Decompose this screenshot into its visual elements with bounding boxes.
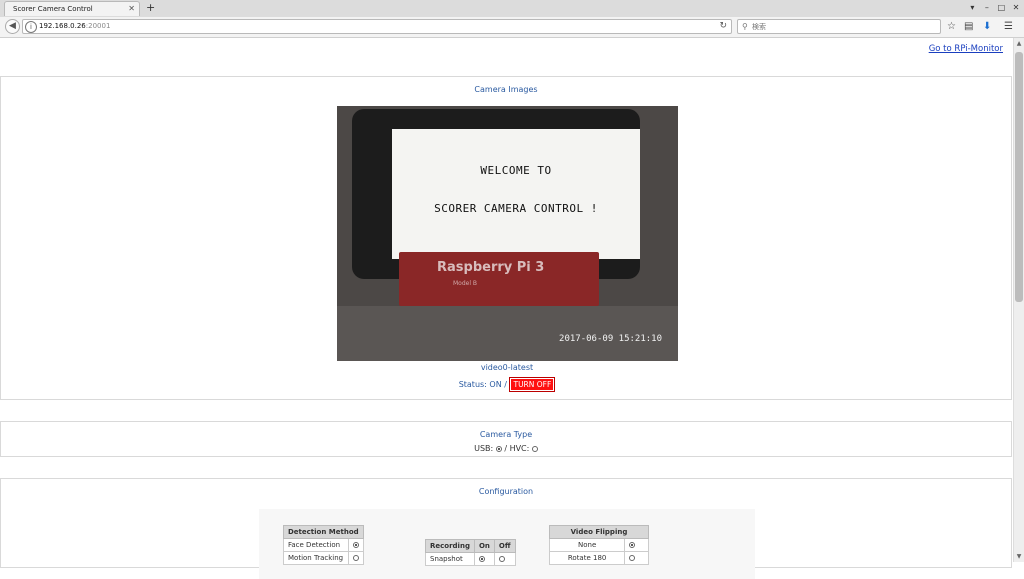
tab-bar: Scorer Camera Control ✕ + ▾ – □ ✕ <box>0 0 1024 18</box>
hvc-label: / HVC: <box>504 444 530 453</box>
camera-image: WELCOME TO SCORER CAMERA CONTROL ! Raspb… <box>337 106 678 361</box>
face-detection-radio[interactable] <box>352 542 359 548</box>
minimize-icon[interactable]: – <box>981 0 993 15</box>
info-icon[interactable]: i <box>25 21 37 33</box>
window-controls: ▾ – □ ✕ <box>966 0 1022 15</box>
image-caption: video0-latest <box>480 363 534 372</box>
reading-list-icon[interactable]: ▤ <box>964 20 973 34</box>
turn-off-button[interactable]: TURN OFF <box>509 377 556 392</box>
search-icon: ⚲ <box>742 22 748 31</box>
camera-type-section: Camera Type USB: / HVC: <box>0 421 1012 457</box>
configuration-title: Configuration <box>478 487 534 496</box>
scroll-thumb[interactable] <box>1015 52 1023 302</box>
detection-method-table: Detection Method Face Detection Motion T… <box>283 525 364 565</box>
close-window-icon[interactable]: ✕ <box>1010 0 1022 15</box>
table-row: Motion Tracking <box>283 551 364 565</box>
menu-icon[interactable]: ☰ <box>1004 20 1013 34</box>
usb-label: USB: <box>474 444 494 453</box>
camera-images-section: Camera Images WELCOME TO SCORER CAMERA C… <box>0 76 1012 400</box>
motion-tracking-radio[interactable] <box>352 555 359 561</box>
recording-header: Recording <box>425 539 475 553</box>
bookmark-star-icon[interactable]: ☆ <box>947 20 956 34</box>
table-row: Rotate 180 <box>548 551 649 565</box>
hvc-radio[interactable] <box>531 445 538 452</box>
recording-off-header: Off <box>493 539 516 553</box>
new-tab-button[interactable]: + <box>146 0 155 16</box>
image-pi-case: Raspberry Pi 3 Model B <box>399 252 599 306</box>
url-bar[interactable]: i 192.168.0.26:20001 ↻ <box>22 19 732 34</box>
close-icon[interactable]: ✕ <box>128 2 135 16</box>
browser-tab[interactable]: Scorer Camera Control ✕ <box>4 1 140 16</box>
flip-none-radio[interactable] <box>629 542 636 548</box>
url-text[interactable]: 192.168.0.26:20001 <box>39 20 110 33</box>
snapshot-off-radio[interactable] <box>498 556 505 562</box>
table-row: None <box>548 538 649 552</box>
search-input[interactable] <box>752 21 932 32</box>
configuration-panel: Detection Method Face Detection Motion T… <box>259 509 755 579</box>
image-board-label: Raspberry Pi 3 <box>437 260 545 275</box>
video-flipping-table: Video Flipping None Rotate 180 <box>548 525 649 565</box>
tab-title: Scorer Camera Control <box>13 5 93 13</box>
video-flipping-header: Video Flipping <box>549 525 649 539</box>
flip-rotate-label: Rotate 180 <box>548 551 626 565</box>
nav-bar: ◀ i 192.168.0.26:20001 ↻ ⚲ ☆ ▤ ⬇ ☰ <box>0 17 1024 38</box>
usb-radio[interactable] <box>495 445 502 452</box>
image-timestamp: 2017-06-09 15:21:10 <box>559 334 662 344</box>
maximize-icon[interactable]: □ <box>995 0 1007 15</box>
snapshot-label: Snapshot <box>425 552 475 566</box>
image-board-sub: Model B <box>453 280 478 287</box>
download-icon[interactable]: ⬇ <box>983 20 991 34</box>
image-text-line2: SCORER CAMERA CONTROL ! <box>434 202 598 215</box>
image-text-line1: WELCOME TO <box>480 164 552 177</box>
camera-type-title: Camera Type <box>479 430 533 439</box>
detection-method-header: Detection Method <box>283 525 364 539</box>
snapshot-on-radio[interactable] <box>478 556 485 562</box>
status-row: Status: ON / TURN OFF <box>1 377 1013 392</box>
search-box[interactable]: ⚲ <box>737 19 941 34</box>
page-scrollbar[interactable]: ▲ ▼ <box>1013 38 1024 562</box>
configuration-section: Configuration Detection Method Face Dete… <box>0 478 1012 579</box>
motion-tracking-label: Motion Tracking <box>283 551 349 565</box>
flip-rotate-radio[interactable] <box>629 555 636 561</box>
page-content: Go to RPi-Monitor Camera Images WELCOME … <box>0 38 1013 579</box>
table-row: Face Detection <box>283 538 364 552</box>
recording-on-header: On <box>473 539 495 553</box>
face-detection-label: Face Detection <box>283 538 349 552</box>
scroll-down-icon[interactable]: ▼ <box>1014 553 1024 560</box>
camera-images-title: Camera Images <box>474 85 538 94</box>
rpi-monitor-link[interactable]: Go to RPi-Monitor <box>929 44 1003 54</box>
image-screen: WELCOME TO SCORER CAMERA CONTROL ! <box>392 129 640 259</box>
back-arrow-icon[interactable]: ◀ <box>5 19 20 34</box>
tab-list-chevron-icon[interactable]: ▾ <box>966 0 978 15</box>
camera-type-row: USB: / HVC: <box>1 444 1011 453</box>
table-row: Snapshot <box>425 552 516 566</box>
flip-none-label: None <box>548 538 626 552</box>
reload-icon[interactable]: ↻ <box>719 20 727 33</box>
status-text: Status: ON / <box>458 380 507 389</box>
scroll-up-icon[interactable]: ▲ <box>1014 40 1024 47</box>
